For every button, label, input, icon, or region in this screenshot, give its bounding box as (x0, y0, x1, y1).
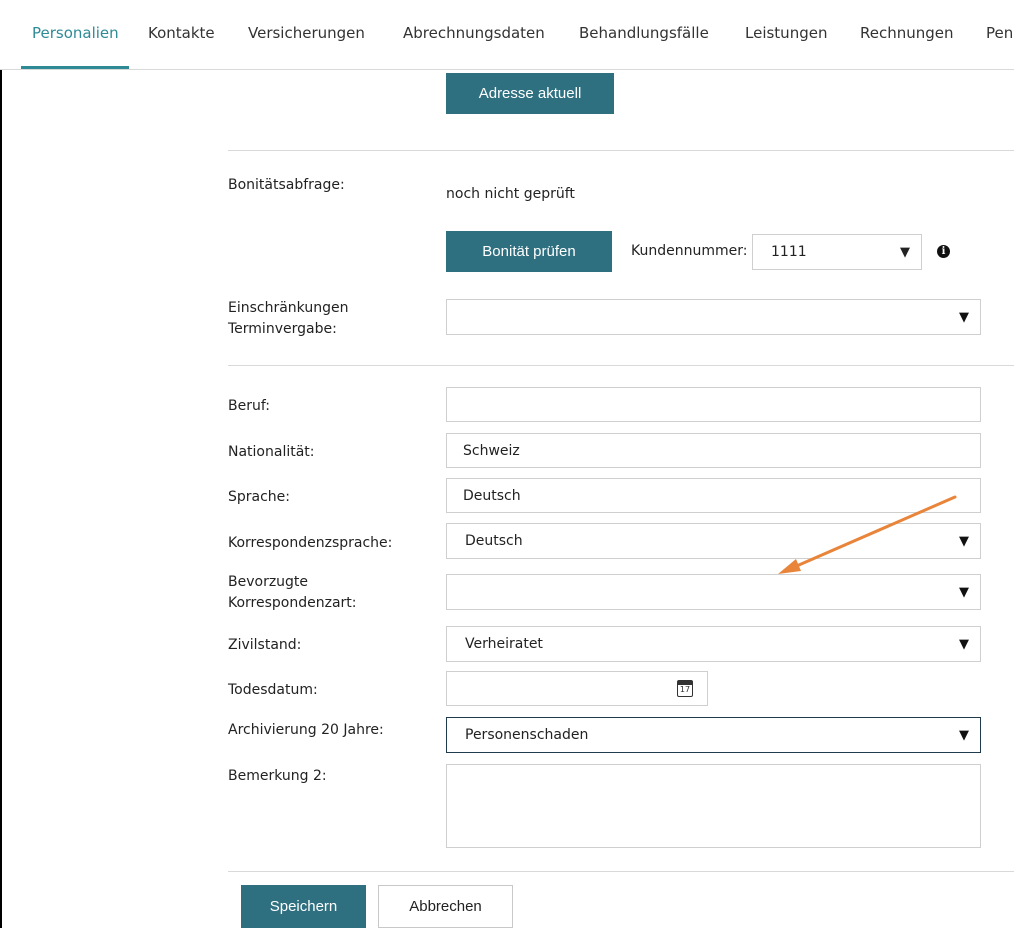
remark-textarea[interactable] (446, 764, 981, 848)
credit-check-status: noch nicht geprüft (446, 186, 575, 202)
chevron-down-icon: ▼ (959, 636, 969, 652)
chevron-down-icon: ▼ (959, 533, 969, 549)
date-of-death-label: Todesdatum: (228, 682, 318, 698)
language-input[interactable]: Deutsch (446, 478, 981, 513)
profession-label: Beruf: (228, 398, 270, 414)
tab-leistungen[interactable]: Leistungen (745, 24, 827, 42)
correspondence-language-label: Korrespondenzsprache: (228, 535, 393, 551)
tab-pen[interactable]: Pen (986, 24, 1013, 42)
chevron-down-icon: ▼ (959, 309, 969, 325)
nationality-input[interactable]: Schweiz (446, 433, 981, 468)
address-current-button[interactable]: Adresse aktuell (446, 73, 614, 114)
credit-check-button[interactable]: Bonität prüfen (446, 231, 612, 272)
customer-number-label: Kundennummer: (631, 243, 748, 259)
remark-label: Bemerkung 2: (228, 768, 327, 784)
tab-personalien[interactable]: Personalien (32, 24, 119, 42)
tab-kontakte[interactable]: Kontakte (148, 24, 215, 42)
credit-check-label: Bonitätsabfrage: (228, 177, 345, 193)
language-label: Sprache: (228, 489, 291, 505)
cancel-button[interactable]: Abbrechen (378, 885, 513, 928)
chevron-down-icon: ▼ (959, 727, 969, 743)
marital-status-select[interactable]: Verheiratet ▼ (446, 626, 981, 662)
divider (228, 365, 1014, 366)
profession-input[interactable] (446, 387, 981, 422)
preferred-correspondence-label: Bevorzugte Korrespondenzart: (228, 574, 357, 611)
nationality-label: Nationalität: (228, 444, 315, 460)
divider (228, 150, 1014, 151)
tab-rechnungen[interactable]: Rechnungen (860, 24, 954, 42)
tab-behandlungsfaelle[interactable]: Behandlungsfälle (579, 24, 709, 42)
scheduling-restrictions-select[interactable]: ▼ (446, 299, 981, 335)
date-of-death-input[interactable]: 17 (446, 671, 708, 706)
archiving-select[interactable]: Personenschaden ▼ (446, 717, 981, 753)
scheduling-restrictions-label: Einschränkungen Terminvergabe: (228, 300, 349, 337)
tab-versicherungen[interactable]: Versicherungen (248, 24, 365, 42)
save-button[interactable]: Speichern (241, 885, 366, 928)
info-icon[interactable]: i (937, 245, 950, 258)
calendar-icon[interactable]: 17 (677, 680, 693, 697)
divider (228, 871, 1014, 872)
customer-number-select[interactable]: 1111 ▼ (752, 234, 922, 270)
correspondence-language-select[interactable]: Deutsch ▼ (446, 523, 981, 559)
tab-bar: Personalien Kontakte Versicherungen Abre… (0, 0, 1014, 70)
chevron-down-icon: ▼ (900, 244, 910, 260)
preferred-correspondence-select[interactable]: ▼ (446, 574, 981, 610)
archiving-label: Archivierung 20 Jahre: (228, 722, 384, 738)
active-tab-indicator (21, 66, 129, 69)
marital-status-label: Zivilstand: (228, 637, 302, 653)
chevron-down-icon: ▼ (959, 584, 969, 600)
customer-number-value: 1111 (771, 244, 807, 260)
tab-abrechnungsdaten[interactable]: Abrechnungsdaten (403, 24, 545, 42)
